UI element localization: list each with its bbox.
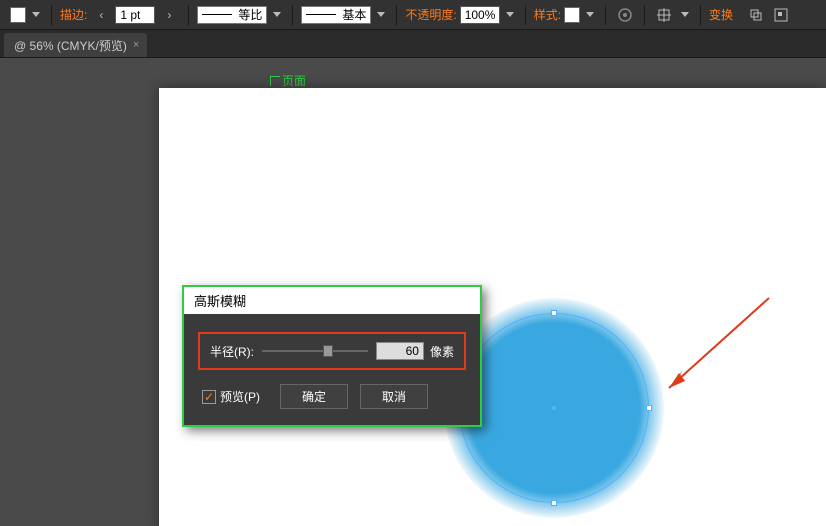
slider-thumb[interactable] bbox=[323, 345, 333, 357]
radius-input[interactable] bbox=[376, 342, 424, 360]
page-tag-label: 页面 bbox=[282, 72, 306, 89]
fill-dropdown[interactable] bbox=[29, 8, 43, 22]
dialog-buttons-row: ✓ 预览(P) 确定 取消 bbox=[198, 384, 466, 409]
radius-label: 半径(R): bbox=[210, 343, 254, 360]
preview-checkbox[interactable]: ✓ bbox=[202, 390, 216, 404]
brush-dropdown[interactable] bbox=[374, 8, 388, 22]
align-icon[interactable] bbox=[653, 4, 675, 26]
handle-south[interactable] bbox=[551, 500, 557, 506]
handle-north[interactable] bbox=[551, 310, 557, 316]
document-tabstrip: @ 56% (CMYK/预览) × bbox=[0, 30, 826, 58]
crop-icon[interactable] bbox=[745, 4, 767, 26]
selected-ellipse[interactable] bbox=[459, 313, 649, 503]
transform-label[interactable]: 变换 bbox=[709, 6, 733, 23]
handle-center[interactable] bbox=[552, 406, 556, 410]
preview-label: 预览(P) bbox=[220, 388, 260, 405]
fill-swatch[interactable] bbox=[10, 7, 26, 23]
opacity-label: 不透明度: bbox=[405, 6, 456, 23]
align-dropdown[interactable] bbox=[678, 8, 692, 22]
handle-east[interactable] bbox=[646, 405, 652, 411]
opacity-dropdown[interactable] bbox=[503, 8, 517, 22]
checkmark-icon: ✓ bbox=[204, 390, 214, 404]
corner-icon bbox=[270, 76, 280, 86]
opacity-input[interactable] bbox=[460, 6, 500, 24]
dialog-title: 高斯模糊 bbox=[184, 287, 480, 314]
recolor-icon[interactable] bbox=[614, 4, 636, 26]
style-dropdown[interactable] bbox=[583, 8, 597, 22]
brush-profile-combo[interactable]: 基本 bbox=[301, 6, 371, 24]
radius-unit: 像素 bbox=[430, 343, 454, 360]
annotation-arrow-icon bbox=[649, 288, 779, 408]
dash-profile-combo[interactable]: 等比 bbox=[197, 6, 267, 24]
profile-label: 基本 bbox=[342, 6, 366, 23]
radius-slider[interactable] bbox=[262, 350, 368, 352]
dash-dropdown[interactable] bbox=[270, 8, 284, 22]
dash-label: 等比 bbox=[238, 6, 262, 23]
stroke-label: 描边: bbox=[60, 6, 87, 23]
style-label: 样式: bbox=[534, 6, 561, 23]
ok-button[interactable]: 确定 bbox=[280, 384, 348, 409]
options-toolbar: 描边: ‹ › 等比 基本 不透明度: 样式: 变换 bbox=[0, 0, 826, 30]
document-tab[interactable]: @ 56% (CMYK/预览) × bbox=[4, 33, 147, 57]
stroke-weight-input[interactable] bbox=[115, 6, 155, 24]
page-tag: 页面 bbox=[270, 72, 306, 89]
stroke-step-up[interactable]: › bbox=[158, 4, 180, 26]
cancel-button[interactable]: 取消 bbox=[360, 384, 428, 409]
close-icon[interactable]: × bbox=[133, 39, 139, 51]
radius-row-highlight: 半径(R): 像素 bbox=[198, 332, 466, 370]
tab-title: @ 56% (CMYK/预览) bbox=[14, 37, 127, 54]
isolate-icon[interactable] bbox=[770, 4, 792, 26]
style-swatch[interactable] bbox=[564, 7, 580, 23]
gaussian-blur-dialog: 高斯模糊 半径(R): 像素 ✓ 预览(P) 确定 取消 bbox=[182, 285, 482, 427]
stroke-step-down[interactable]: ‹ bbox=[90, 4, 112, 26]
